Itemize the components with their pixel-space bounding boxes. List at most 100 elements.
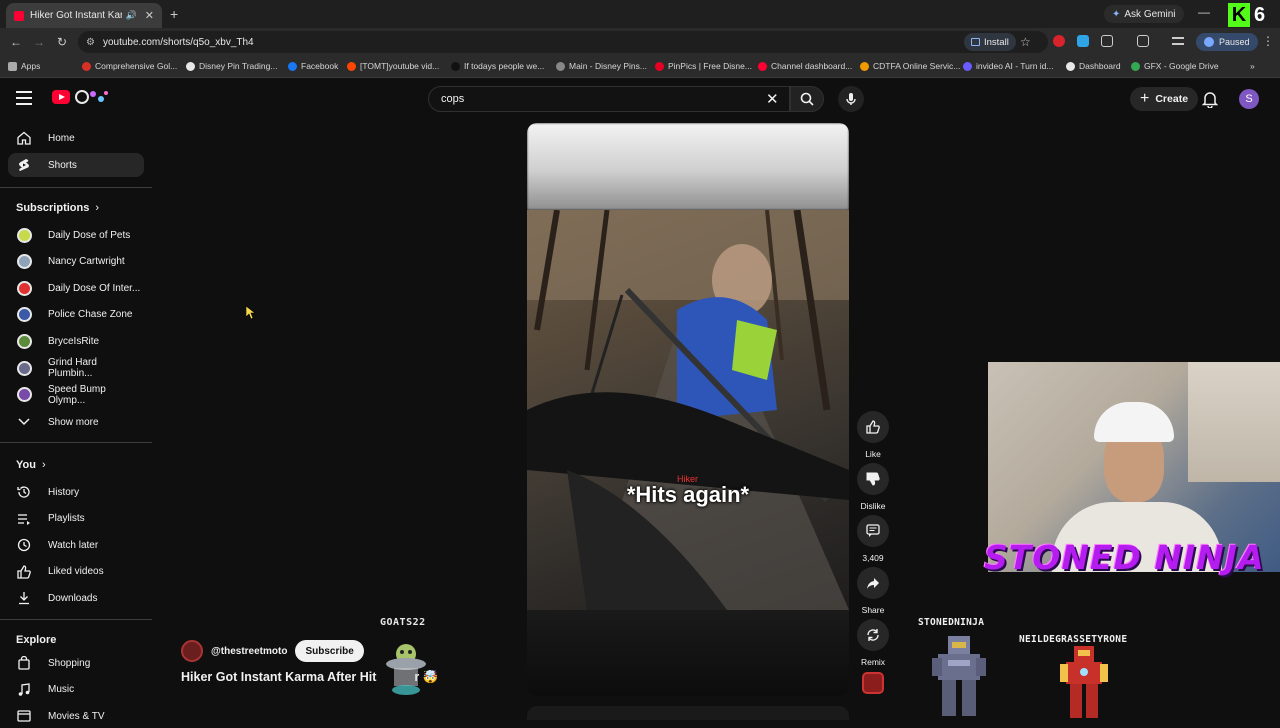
extensions-puzzle-icon[interactable] bbox=[1101, 35, 1113, 47]
sidebar-item[interactable]: Show more bbox=[8, 410, 144, 434]
bookmark-item[interactable]: Disney Pin Trading... bbox=[186, 61, 277, 71]
forward-icon[interactable]: → bbox=[33, 35, 45, 49]
sidebar-item[interactable]: Shopping bbox=[8, 651, 144, 675]
bookmark-item[interactable]: Dashboard bbox=[1066, 61, 1121, 71]
subscription-item[interactable]: Grind Hard Plumbin... bbox=[8, 356, 144, 380]
subscription-label: Daily Dose Of Inter... bbox=[48, 282, 141, 294]
youtube-doodle-icon[interactable] bbox=[73, 88, 109, 106]
youtube-icon bbox=[758, 61, 767, 71]
minimize-icon[interactable]: — bbox=[1198, 5, 1210, 19]
speaker-icon[interactable]: 🔊 bbox=[126, 10, 137, 21]
bookmark-item[interactable]: [TOMT]youtube vid... bbox=[347, 61, 439, 71]
subscription-item[interactable]: Daily Dose of Pets bbox=[8, 223, 144, 247]
webcam-cap bbox=[1094, 402, 1174, 442]
sound-source-avatar[interactable] bbox=[862, 672, 884, 694]
bookmark-item[interactable]: Facebook bbox=[288, 61, 338, 71]
sidebar-item[interactable]: History bbox=[8, 480, 144, 504]
extension-red-icon[interactable] bbox=[1053, 35, 1065, 47]
create-button[interactable]: + Create bbox=[1130, 87, 1199, 111]
clear-search-icon[interactable]: ✕ bbox=[766, 90, 779, 108]
sidebar-item[interactable]: Watch later bbox=[8, 533, 144, 557]
invideo-icon bbox=[963, 61, 972, 71]
chat-user-name: STONEDNINJA bbox=[918, 617, 985, 628]
sidebar-item-label: Liked videos bbox=[48, 566, 104, 578]
sidebar-item-label: Shopping bbox=[48, 657, 91, 669]
channel-avatar bbox=[16, 227, 32, 243]
bookmark-item[interactable]: Channel dashboard... bbox=[758, 61, 852, 71]
subscription-item[interactable]: BryceIsRite bbox=[8, 329, 144, 353]
video-caption: *Hits again* bbox=[626, 482, 750, 507]
new-tab-icon[interactable]: + bbox=[170, 6, 178, 22]
browser-menu-icon[interactable]: ⋮ bbox=[1262, 34, 1274, 48]
subscription-label: BryceIsRite bbox=[48, 335, 100, 347]
remix-button[interactable]: Remix bbox=[856, 619, 890, 667]
install-app-button[interactable]: Install bbox=[964, 33, 1016, 51]
bookmark-item[interactable]: Comprehensive Gol... bbox=[82, 61, 177, 71]
search-input[interactable]: cops bbox=[428, 86, 790, 112]
bookmarks-bar: Apps Comprehensive Gol... Disney Pin Tradi… bbox=[0, 56, 1280, 78]
tab-search-icon[interactable] bbox=[1137, 35, 1149, 47]
sidebar-item-label: Show more bbox=[48, 416, 99, 428]
subscription-item[interactable]: Police Chase Zone bbox=[8, 303, 144, 327]
browser-tab-active[interactable]: Hiker Got Instant Karma Af 🔊 ✕ bbox=[6, 3, 162, 28]
extension-blue-icon[interactable] bbox=[1077, 35, 1089, 47]
bookmark-item[interactable]: PinPics | Free Disne... bbox=[655, 61, 752, 71]
kick-logo-icon: K bbox=[1228, 3, 1250, 27]
bookmark-item[interactable]: GFX - Google Drive bbox=[1131, 61, 1219, 71]
bookmark-favicon-icon bbox=[860, 61, 869, 71]
share-button[interactable]: Share bbox=[856, 567, 890, 615]
close-tab-icon[interactable]: ✕ bbox=[145, 9, 154, 22]
film-icon bbox=[16, 708, 32, 724]
explore-heading: Explore bbox=[16, 634, 56, 646]
subscription-item[interactable]: Speed Bump Olymp... bbox=[8, 383, 144, 407]
comments-button[interactable]: 3,409 bbox=[856, 515, 890, 563]
site-info-icon[interactable]: ⚙ bbox=[86, 37, 95, 48]
profile-button[interactable]: Paused bbox=[1196, 33, 1258, 51]
youtube-logo-icon[interactable] bbox=[52, 90, 70, 104]
bookmark-label: Comprehensive Gol... bbox=[95, 61, 178, 71]
subscription-item[interactable]: Daily Dose Of Inter... bbox=[8, 276, 144, 300]
bookmark-item[interactable]: Apps bbox=[8, 61, 40, 71]
notifications-bell-icon[interactable] bbox=[1202, 90, 1218, 108]
bookmark-item[interactable]: If todays people we... bbox=[451, 61, 544, 71]
sidebar-item[interactable]: Movies & TV bbox=[8, 704, 144, 728]
bookmark-star-icon[interactable]: ☆ bbox=[1020, 35, 1031, 49]
pinterest-icon bbox=[655, 61, 664, 71]
sidebar-item[interactable]: Home bbox=[8, 126, 144, 150]
sidebar-item[interactable]: Downloads bbox=[8, 586, 144, 610]
bookmark-item[interactable]: CDTFA Online Servic... bbox=[860, 61, 960, 71]
subscription-item[interactable]: Nancy Cartwright bbox=[8, 250, 144, 274]
user-avatar[interactable]: S bbox=[1239, 89, 1259, 109]
watch-later-icon bbox=[16, 537, 32, 553]
bookmark-item[interactable]: invideo AI - Turn id... bbox=[963, 61, 1053, 71]
bookmark-item[interactable]: Main - Disney Pins... bbox=[556, 61, 647, 71]
subscribe-button[interactable]: Subscribe bbox=[295, 640, 364, 662]
chevron-right-icon: › bbox=[95, 202, 100, 214]
reload-icon[interactable]: ↻ bbox=[57, 35, 67, 49]
search-button[interactable] bbox=[790, 86, 824, 112]
sidebar-divider bbox=[0, 442, 152, 443]
shorts-video-player[interactable]: Hiker *Hits again* bbox=[527, 123, 849, 696]
hamburger-menu-icon[interactable] bbox=[16, 91, 32, 105]
bookmark-label: Dashboard bbox=[1079, 61, 1121, 71]
voice-search-button[interactable] bbox=[838, 86, 864, 112]
you-heading[interactable]: You › bbox=[16, 459, 46, 471]
short-channel-row: @thestreetmoto Subscribe bbox=[181, 640, 364, 662]
media-controls-icon[interactable] bbox=[1172, 37, 1184, 45]
back-icon[interactable]: ← bbox=[10, 35, 22, 49]
channel-handle[interactable]: @thestreetmoto bbox=[211, 646, 287, 657]
channel-avatar[interactable] bbox=[181, 640, 203, 662]
dislike-button[interactable]: Dislike bbox=[856, 463, 890, 511]
sidebar-item[interactable]: Liked videos bbox=[8, 560, 144, 584]
sidebar-item[interactable]: Shorts bbox=[8, 153, 144, 177]
subscriptions-heading[interactable]: Subscriptions › bbox=[16, 202, 99, 214]
bookmark-label: [TOMT]youtube vid... bbox=[360, 61, 440, 71]
ask-gemini-button[interactable]: ✦ Ask Gemini bbox=[1104, 5, 1184, 23]
sidebar-item[interactable]: Music bbox=[8, 678, 144, 702]
next-short-preview[interactable] bbox=[527, 706, 849, 720]
streamer-banner: STONED NINJA bbox=[984, 538, 1265, 577]
sidebar-item[interactable]: Playlists bbox=[8, 507, 144, 531]
url-bar[interactable]: ⚙ youtube.com/shorts/q5o_xbv_Th4 bbox=[78, 31, 1048, 53]
bookmarks-overflow-icon[interactable]: » bbox=[1250, 61, 1255, 71]
like-button[interactable]: Like bbox=[856, 411, 890, 459]
